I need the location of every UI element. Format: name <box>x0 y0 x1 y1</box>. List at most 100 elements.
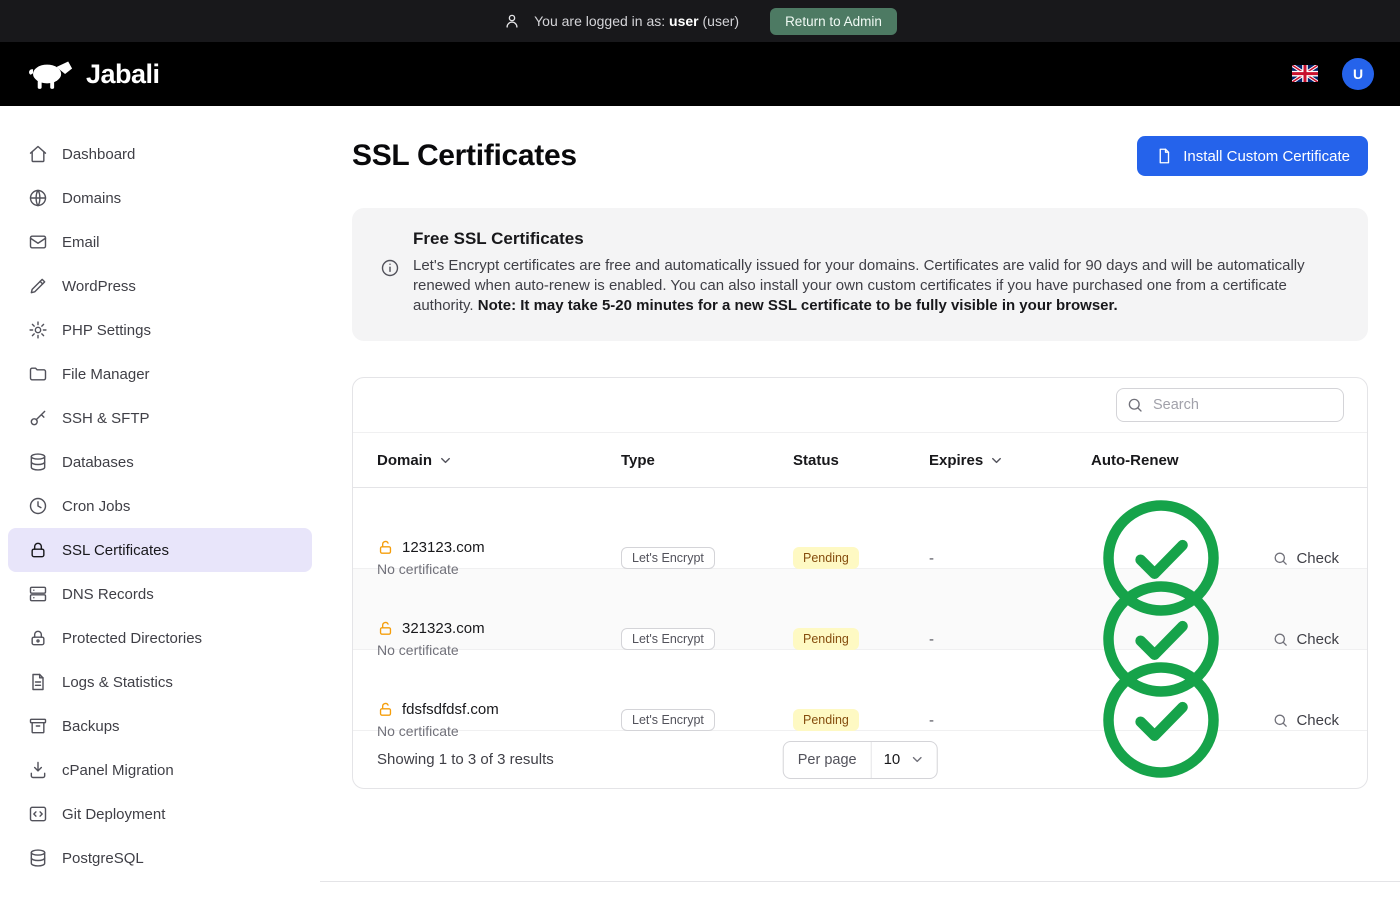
unlock-icon <box>377 701 394 718</box>
check-button[interactable]: Check <box>1272 550 1339 567</box>
per-page-value: 10 <box>884 751 901 768</box>
boar-logo-icon <box>26 56 76 92</box>
check-button[interactable]: Check <box>1272 712 1339 729</box>
sidebar-item-label: Backups <box>62 718 120 735</box>
impersonated-role: (user) <box>703 13 740 29</box>
sidebar-item-email[interactable]: Email <box>8 220 312 264</box>
sidebar: Dashboard Domains Email WordPress PHP Se… <box>0 106 320 900</box>
info-banner-body: Let's Encrypt certificates are free and … <box>413 256 1328 316</box>
sidebar-item-label: cPanel Migration <box>62 762 174 779</box>
status-badge: Pending <box>793 709 859 731</box>
sidebar-item-label: Email <box>62 234 100 251</box>
sidebar-item-protected-directories[interactable]: Protected Directories <box>8 616 312 660</box>
per-page-select[interactable]: Per page 10 <box>783 741 938 779</box>
unlock-icon <box>377 620 394 637</box>
check-button[interactable]: Check <box>1272 631 1339 648</box>
certificates-table-card: Domain Type Status Expires Auto-Renew 12… <box>352 377 1368 789</box>
expires-value: - <box>929 631 1091 648</box>
sidebar-item-cpanel-migration[interactable]: cPanel Migration <box>8 748 312 792</box>
table-row: 123123.com No certificate Let's Encrypt … <box>353 488 1367 569</box>
sidebar-item-label: Protected Directories <box>62 630 202 647</box>
sidebar-item-dns-records[interactable]: DNS Records <box>8 572 312 616</box>
install-custom-certificate-button[interactable]: Install Custom Certificate <box>1137 136 1368 176</box>
sidebar-item-label: PostgreSQL <box>62 850 144 867</box>
certificate-file-icon <box>1155 147 1173 165</box>
column-header-type: Type <box>621 452 793 469</box>
document-icon <box>28 672 48 692</box>
sidebar-item-domains[interactable]: Domains <box>8 176 312 220</box>
chevron-down-icon <box>438 453 453 468</box>
sidebar-item-git-deployment[interactable]: Git Deployment <box>8 792 312 836</box>
user-avatar[interactable]: U <box>1342 58 1374 90</box>
column-header-expires[interactable]: Expires <box>929 452 1091 469</box>
return-to-admin-button[interactable]: Return to Admin <box>770 8 897 35</box>
table-header-row: Domain Type Status Expires Auto-Renew <box>353 432 1367 488</box>
magnifier-icon <box>1272 550 1289 567</box>
gear-icon <box>28 320 48 340</box>
sidebar-item-label: File Manager <box>62 366 150 383</box>
sidebar-item-wordpress[interactable]: WordPress <box>8 264 312 308</box>
status-badge: Pending <box>793 628 859 650</box>
magnifier-icon <box>1272 631 1289 648</box>
sidebar-item-ssl-certificates[interactable]: SSL Certificates <box>8 528 312 572</box>
database-icon <box>28 848 48 868</box>
key-icon <box>28 408 48 428</box>
sidebar-item-ssh-sftp[interactable]: SSH & SFTP <box>8 396 312 440</box>
impersonation-bar: You are logged in as: user (user) Return… <box>0 0 1400 42</box>
clock-icon <box>28 496 48 516</box>
sidebar-item-label: DNS Records <box>62 586 154 603</box>
table-row: 321323.com No certificate Let's Encrypt … <box>353 569 1367 650</box>
chevron-down-icon <box>909 752 924 767</box>
sidebar-item-cron-jobs[interactable]: Cron Jobs <box>8 484 312 528</box>
server-icon <box>28 584 48 604</box>
info-banner-title: Free SSL Certificates <box>413 229 1328 249</box>
sidebar-item-file-manager[interactable]: File Manager <box>8 352 312 396</box>
impersonated-username: user <box>669 13 699 29</box>
sidebar-item-dashboard[interactable]: Dashboard <box>8 132 312 176</box>
home-icon <box>28 144 48 164</box>
domain-link[interactable]: 123123.com <box>377 539 621 556</box>
sidebar-item-label: Cron Jobs <box>62 498 130 515</box>
user-icon <box>503 12 521 30</box>
pencil-icon <box>28 276 48 296</box>
sidebar-item-label: PHP Settings <box>62 322 151 339</box>
brand-home-link[interactable]: Jabali <box>26 56 160 92</box>
certificate-status-subtext: No certificate <box>377 561 621 577</box>
info-banner: Free SSL Certificates Let's Encrypt cert… <box>352 208 1368 341</box>
search-icon <box>1126 396 1144 414</box>
sidebar-item-label: Domains <box>62 190 121 207</box>
sidebar-item-postgresql[interactable]: PostgreSQL <box>8 836 312 880</box>
shield-lock-icon <box>28 628 48 648</box>
expires-value: - <box>929 712 1091 729</box>
page: You are logged in as: user (user) Return… <box>0 0 1400 900</box>
expires-value: - <box>929 550 1091 567</box>
certificate-status-subtext: No certificate <box>377 642 621 658</box>
download-icon <box>28 760 48 780</box>
sidebar-item-databases[interactable]: Databases <box>8 440 312 484</box>
table-row: fdsfsdfdsf.com No certificate Let's Encr… <box>353 650 1367 731</box>
type-badge: Let's Encrypt <box>621 547 715 569</box>
column-header-domain[interactable]: Domain <box>377 452 621 469</box>
search-input[interactable] <box>1116 388 1344 422</box>
code-icon <box>28 804 48 824</box>
domain-link[interactable]: 321323.com <box>377 620 621 637</box>
column-header-auto-renew: Auto-Renew <box>1091 452 1231 469</box>
magnifier-icon <box>1272 712 1289 729</box>
folder-icon <box>28 364 48 384</box>
sidebar-item-backups[interactable]: Backups <box>8 704 312 748</box>
info-banner-note: Note: It may take 5-20 minutes for a new… <box>478 297 1118 314</box>
sidebar-item-label: SSL Certificates <box>62 542 169 559</box>
archive-icon <box>28 716 48 736</box>
type-badge: Let's Encrypt <box>621 628 715 650</box>
sidebar-item-php-settings[interactable]: PHP Settings <box>8 308 312 352</box>
language-flag-uk[interactable] <box>1292 65 1318 83</box>
sidebar-item-logs-statistics[interactable]: Logs & Statistics <box>8 660 312 704</box>
brand-name: Jabali <box>86 59 160 90</box>
domain-link[interactable]: fdsfsdfdsf.com <box>377 701 621 718</box>
unlock-icon <box>377 539 394 556</box>
chevron-down-icon <box>989 453 1004 468</box>
mail-icon <box>28 232 48 252</box>
results-summary: Showing 1 to 3 of 3 results <box>377 751 554 768</box>
sidebar-item-label: Dashboard <box>62 146 135 163</box>
sidebar-item-label: Logs & Statistics <box>62 674 173 691</box>
